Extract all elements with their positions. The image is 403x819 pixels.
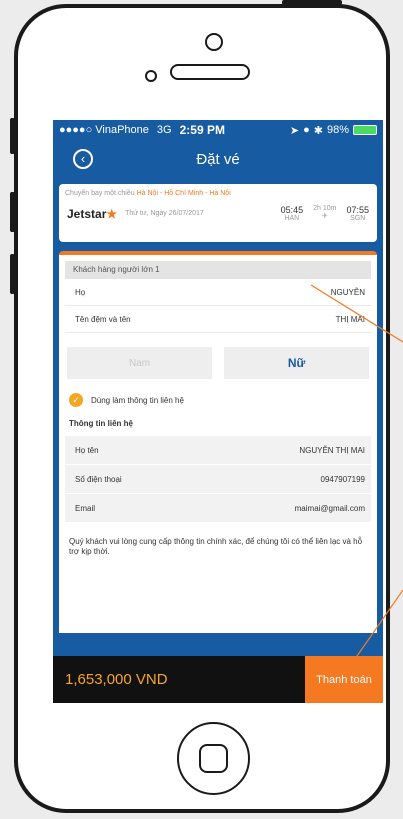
gender-male-button[interactable]: Nam	[67, 347, 212, 379]
arrive-code: SGN	[350, 215, 366, 222]
mute-switch	[10, 118, 15, 154]
location-icon: ➤	[289, 124, 300, 137]
contact-email-value[interactable]: maimai@gmail.com	[295, 504, 365, 513]
page-title: Đặt vé	[196, 150, 240, 168]
contact-name-label: Họ tên	[75, 445, 99, 455]
depart-code: HAN	[284, 215, 300, 222]
use-as-contact-checkbox[interactable]: ✓ Dùng làm thông tin liên hệ	[69, 393, 367, 407]
home-square-icon	[199, 744, 228, 773]
gender-female-button[interactable]: Nữ	[224, 347, 369, 379]
nav-bar: ‹ Đặt vé	[53, 140, 383, 178]
flight-summary-card: Chuyến bay một chiều Hà Nội - Hồ Chí Min…	[59, 184, 377, 242]
last-name-value[interactable]: NGUYỄN	[331, 288, 365, 297]
contact-name-value[interactable]: NGUYỄN THỊ MAI	[299, 446, 365, 455]
battery-icon	[353, 125, 377, 135]
volume-up-button	[10, 192, 15, 232]
arrive-time: 07:55	[346, 205, 369, 215]
depart-time: 05:45	[280, 205, 304, 215]
flight-route-line: Chuyến bay một chiều Hà Nội - Hồ Chí Min…	[59, 184, 377, 197]
contact-phone-label: Số điện thoại	[75, 474, 122, 484]
last-name-label: Họ	[75, 287, 86, 297]
gender-selector: Nam Nữ	[67, 347, 369, 379]
passenger-form: Khách hàng người lớn 1 Họ NGUYỄN Tên đệm…	[59, 251, 377, 633]
phone-screen: ●●●●○ VinaPhone 3G 2:59 PM ➤ ● ✱ 98% ‹ Đ…	[53, 120, 383, 703]
network-label: 3G	[156, 124, 172, 136]
contact-note: Quý khách vui lòng cung cấp thông tin ch…	[69, 537, 363, 556]
contact-email-field[interactable]: Email maimai@gmail.com	[65, 494, 371, 523]
contact-email-label: Email	[75, 503, 96, 513]
carrier-label: ●●●●○ VinaPhone	[59, 124, 149, 136]
checkmark-icon: ✓	[69, 393, 83, 407]
contact-name-field[interactable]: Họ tên NGUYỄN THỊ MAI	[65, 436, 371, 465]
earpiece-speaker	[170, 64, 250, 80]
back-icon[interactable]: ‹	[73, 149, 93, 169]
alarm-icon: ●	[303, 124, 310, 136]
volume-down-button	[10, 254, 15, 294]
use-as-contact-label: Dùng làm thông tin liên hệ	[91, 395, 184, 405]
status-bar: ●●●●○ VinaPhone 3G 2:59 PM ➤ ● ✱ 98%	[53, 120, 383, 140]
first-name-label: Tên đệm và tên	[75, 314, 131, 324]
route-label: Hà Nội - Hồ Chí Minh - Hà Nội	[136, 190, 231, 197]
checkout-bar: 1,653,000 VND Thanh toán	[53, 656, 383, 703]
jetstar-logo: Jetstar★	[67, 206, 118, 221]
flight-date: Thứ tư, Ngày 26/07/2017	[125, 210, 204, 217]
contact-section-title: Thông tin liên hệ	[69, 419, 133, 428]
plane-icon: ✈	[321, 213, 328, 220]
power-button	[282, 0, 342, 5]
star-icon: ★	[106, 206, 118, 221]
total-price: 1,653,000 VND	[65, 671, 168, 688]
battery-percent: 98%	[326, 124, 349, 136]
first-name-value[interactable]: THỊ MAI	[336, 315, 365, 324]
front-camera	[205, 33, 223, 51]
clock: 2:59 PM	[179, 123, 225, 137]
trip-type-label: Chuyến bay một chiều	[65, 190, 135, 197]
proximity-sensor	[145, 70, 157, 82]
passenger-header: Khách hàng người lớn 1	[65, 261, 371, 279]
contact-phone-value[interactable]: 0947907199	[321, 475, 366, 484]
contact-phone-field[interactable]: Số điện thoại 0947907199	[65, 465, 371, 494]
bluetooth-icon: ✱	[313, 124, 323, 137]
first-name-field[interactable]: Tên đệm và tên THỊ MAI	[65, 306, 371, 333]
pay-button[interactable]: Thanh toán	[305, 656, 383, 703]
last-name-field[interactable]: Họ NGUYỄN	[65, 279, 371, 306]
flight-duration: 2h 10m	[313, 205, 337, 212]
